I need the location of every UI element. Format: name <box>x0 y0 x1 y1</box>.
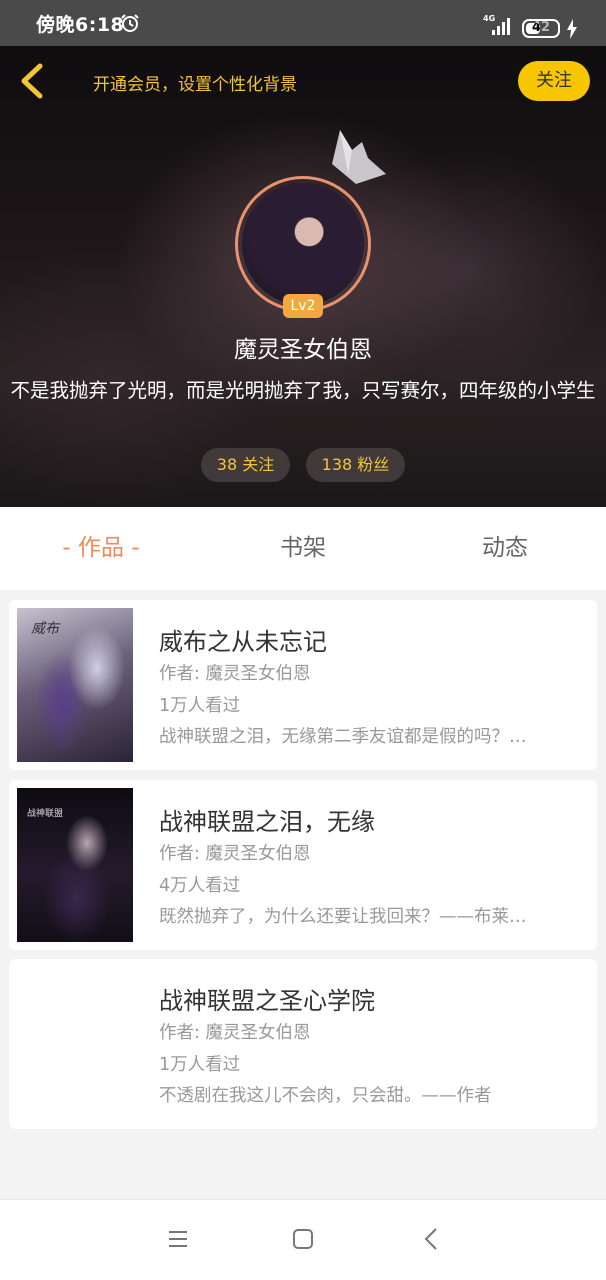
following-count-button[interactable]: 38 关注 <box>201 448 290 482</box>
cover-caption: 威布 <box>31 621 59 637</box>
back-icon[interactable] <box>417 1224 447 1254</box>
level-badge: Lv2 <box>283 294 323 318</box>
book-views: 4万人看过 <box>159 876 241 896</box>
vip-background-tip[interactable]: 开通会员，设置个性化背景 <box>93 70 297 95</box>
avatar[interactable] <box>242 183 364 305</box>
status-time: 傍晚6:18 <box>36 14 125 36</box>
charging-icon <box>567 19 577 39</box>
cover-caption: 战神联盟 <box>27 809 64 819</box>
book-cover[interactable]: 威布 <box>17 608 133 762</box>
book-title: 战神联盟之泪，无缘 <box>159 808 375 836</box>
profile-tabs: - 作品 - 书架 动态 <box>0 507 606 590</box>
battery-level: 42 <box>531 20 551 35</box>
fans-count-button[interactable]: 138 粉丝 <box>306 448 405 482</box>
menu-icon[interactable] <box>163 1224 193 1254</box>
home-icon[interactable] <box>288 1224 318 1254</box>
book-cover[interactable]: 战神联盟 <box>17 788 133 942</box>
follow-button[interactable]: 关注 <box>518 61 590 101</box>
book-card[interactable]: 威布 威布之从未忘记 作者: 魔灵圣女伯恩 1万人看过 战神联盟之泪，无缘第二季… <box>9 600 597 770</box>
book-card[interactable]: 战神联盟 战神联盟之泪，无缘 作者: 魔灵圣女伯恩 4万人看过 既然抛弃了，为什… <box>9 780 597 950</box>
book-title: 战神联盟之圣心学院 <box>159 987 375 1015</box>
book-author: 作者: 魔灵圣女伯恩 <box>159 844 311 864</box>
signal-icon <box>492 18 510 35</box>
user-bio: 不是我抛弃了光明，而是光明抛弃了我，只写赛尔，四年级的小学生 <box>10 379 596 402</box>
profile-header: 傍晚6:18 4G 42 开通会员，设置个性化背景 关注 Lv2 魔灵圣女伯恩 … <box>0 0 606 507</box>
battery-indicator: 42 <box>522 19 560 38</box>
book-cover[interactable] <box>17 967 133 1121</box>
tab-activity[interactable]: 动态 <box>404 507 606 590</box>
book-description: 既然抛弃了，为什么还要让我回来？——布莱… <box>159 907 527 927</box>
book-description: 战神联盟之泪，无缘第二季友谊都是假的吗？… <box>159 727 527 747</box>
tab-bookshelf[interactable]: 书架 <box>202 507 404 590</box>
avatar-pendant-icon <box>332 130 386 184</box>
book-title: 威布之从未忘记 <box>159 628 327 656</box>
status-bar: 傍晚6:18 4G 42 <box>0 0 606 46</box>
book-views: 1万人看过 <box>159 1055 241 1075</box>
back-button[interactable] <box>14 60 54 102</box>
alarm-icon <box>121 14 139 32</box>
book-card[interactable]: 战神联盟之圣心学院 作者: 魔灵圣女伯恩 1万人看过 不透剧在我这儿不会肉，只会… <box>9 959 597 1129</box>
tab-works[interactable]: - 作品 - <box>0 507 202 590</box>
book-description: 不透剧在我这儿不会肉，只会甜。——作者 <box>159 1086 492 1106</box>
user-name: 魔灵圣女伯恩 <box>234 337 372 363</box>
avatar-ring[interactable] <box>235 176 371 312</box>
book-author: 作者: 魔灵圣女伯恩 <box>159 664 311 684</box>
system-nav-bar <box>0 1199 606 1280</box>
book-views: 1万人看过 <box>159 696 241 716</box>
book-author: 作者: 魔灵圣女伯恩 <box>159 1023 311 1043</box>
